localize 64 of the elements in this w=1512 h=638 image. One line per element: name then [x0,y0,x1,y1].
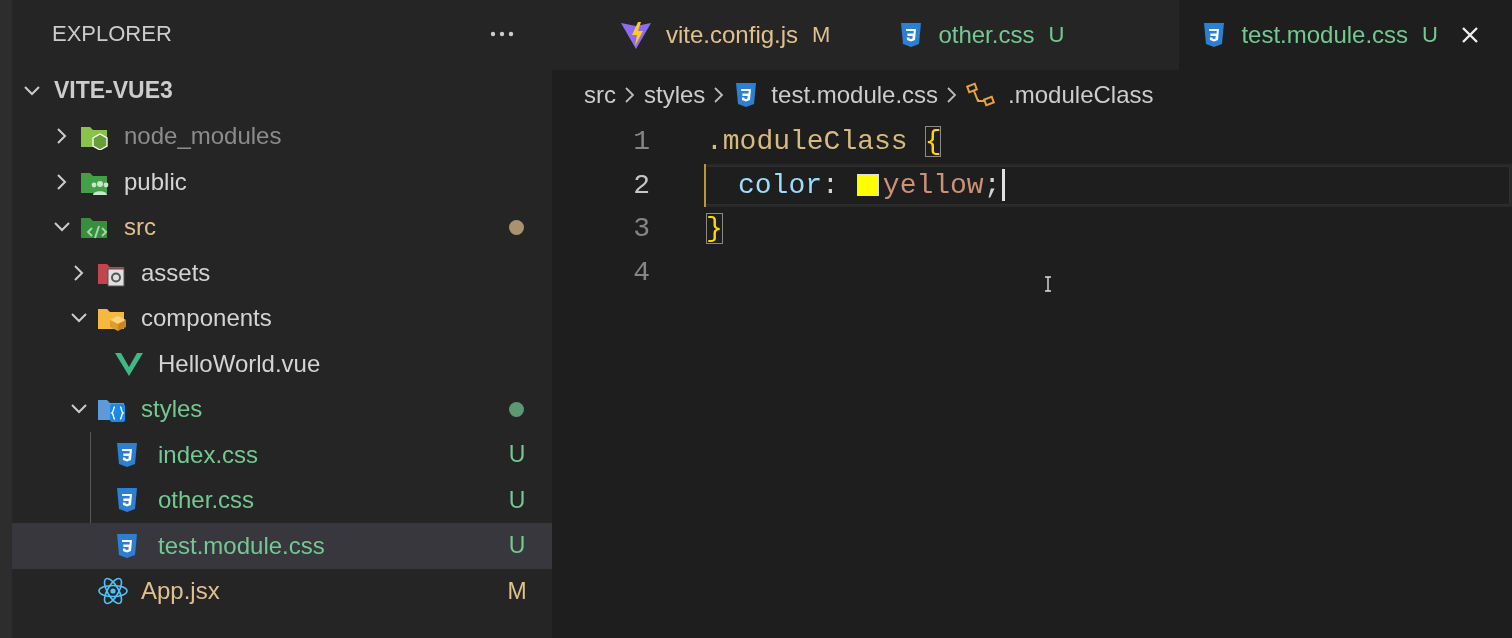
chevron-right-icon [624,86,636,104]
git-status: U [1422,22,1438,48]
item-label: styles [141,395,204,424]
item-label: other.css [158,486,256,515]
line-number: 2 [632,169,650,201]
git-status: M [812,22,831,48]
breadcrumb-item[interactable]: styles [644,81,706,109]
code-token: : [822,169,839,201]
code-token: .moduleClass [706,126,908,158]
folder-item[interactable]: node_modules [12,113,552,159]
lightning-triangle-icon [620,20,652,50]
breadcrumb-item[interactable]: test.module.css [733,81,939,109]
item-label: App.jsx [141,577,221,606]
editor-tab[interactable]: other.css U [876,0,1111,70]
item-label: index.css [158,440,260,469]
line-number: 3 [632,213,650,245]
tree-root[interactable]: VITE-VUE3 [12,68,552,114]
editor-tab[interactable]: vite.config.js M [598,0,877,70]
text-caret [1002,169,1006,202]
git-status: U [507,532,527,560]
git-status: U [507,486,527,514]
item-label: components [141,304,273,333]
git-status: U [507,441,527,469]
chevron-right-icon [713,86,726,104]
text-cursor-icon [1044,276,1052,292]
code-token: yellow [882,169,984,201]
folder-item[interactable]: assets [12,250,552,296]
file-item[interactable]: App.jsx M [12,568,552,614]
file-item[interactable]: index.css U [12,432,552,478]
line-number: 1 [632,126,650,158]
code-token: color [738,169,822,201]
close-icon [1460,25,1480,45]
more-icon [490,31,514,37]
css-shield-icon [114,531,140,560]
folder-item[interactable]: public [12,159,552,205]
css-shield-icon [114,440,140,469]
code-token: { [924,126,942,158]
git-status: M [506,577,528,605]
structure-icon [966,82,997,108]
item-label: src [124,213,157,242]
folder-item[interactable]: styles [12,386,552,432]
breadcrumb-item[interactable]: .moduleClass [966,81,1154,109]
item-label: public [124,167,188,196]
css-shield-icon [114,486,140,515]
git-status: U [1048,22,1065,48]
file-item[interactable]: test.module.css U [12,523,552,569]
code-token: ; [983,169,1001,201]
item-label: node_modules [124,122,283,151]
file-item[interactable]: other.css U [12,477,552,523]
item-label: HelloWorld.vue [158,349,322,378]
item-label: test.module.css [158,531,326,560]
code-token: } [706,213,723,245]
atom-icon [97,576,129,607]
color-swatch[interactable] [856,174,879,197]
folder-item[interactable]: components [12,295,552,341]
item-label: assets [141,258,212,287]
chevron-right-icon [946,86,959,104]
v-shape-icon [114,350,144,377]
breadcrumb-item[interactable]: src [584,81,616,109]
file-item[interactable]: HelloWorld.vue [12,341,552,387]
folder-item[interactable]: src [12,204,552,250]
line-number: 4 [632,256,650,288]
sidebar-title: EXPLORER [52,21,172,47]
editor-tab[interactable]: test.module.css U [1179,0,1512,70]
